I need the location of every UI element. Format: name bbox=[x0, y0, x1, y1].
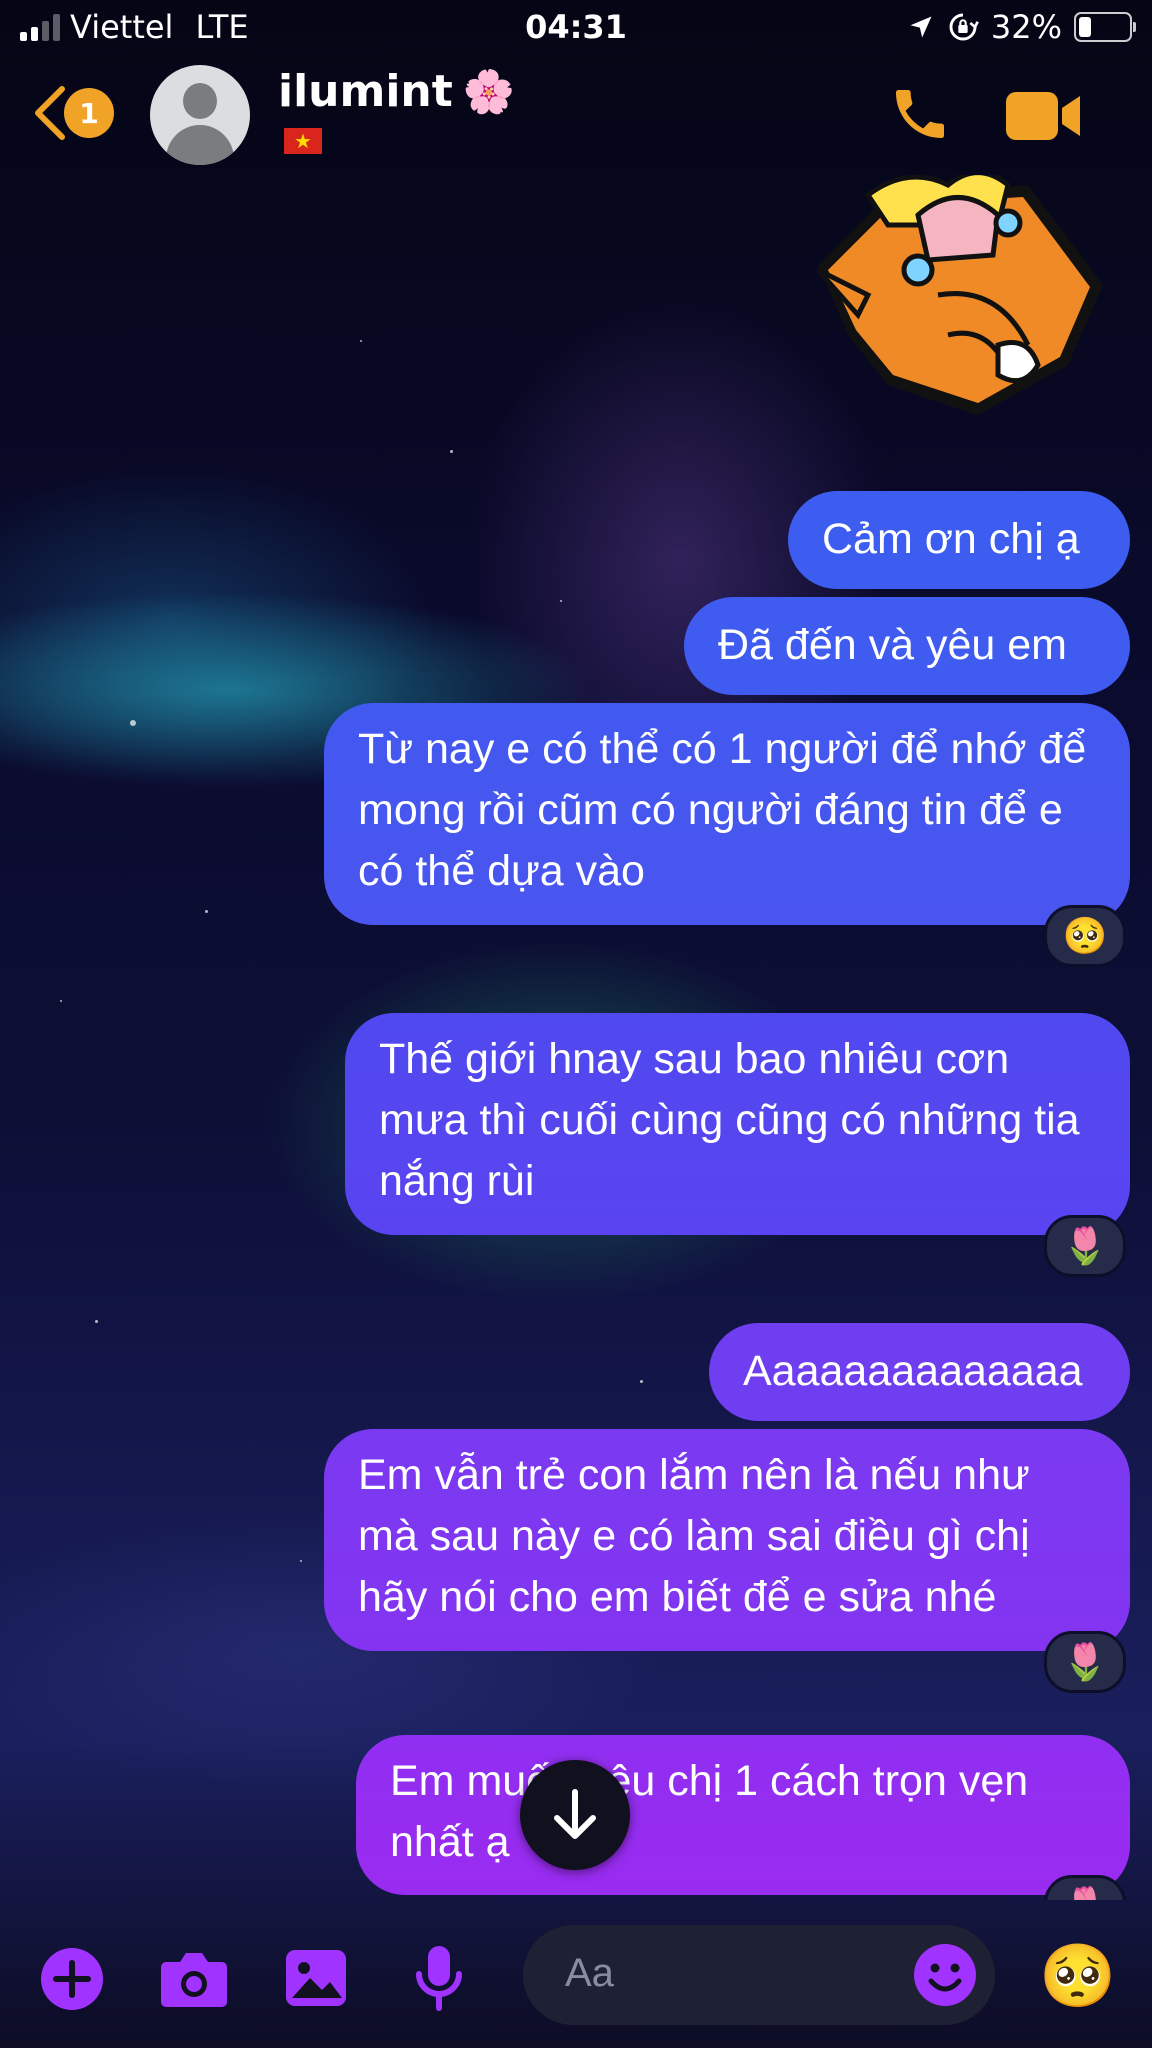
microphone-icon[interactable] bbox=[414, 1944, 464, 2012]
chat-header: 1 ilumint 🌸 ★ bbox=[0, 60, 1152, 175]
message-bubble[interactable]: Cảm ơn chị ạ bbox=[788, 491, 1130, 589]
tulip-emoji: 🌷 bbox=[1062, 1642, 1108, 1683]
message-list[interactable]: Cảm ơn chị ạ Đã đến và yêu em Từ nay e c… bbox=[0, 175, 1152, 1900]
message-text: Cảm ơn chị ạ bbox=[822, 515, 1080, 563]
sticker-image[interactable] bbox=[798, 175, 1118, 425]
message-bubble[interactable]: Em vẫn trẻ con lắm nên là nếu như mà sau… bbox=[324, 1429, 1130, 1651]
message-text: Em muốn yêu chị 1 cách trọn vẹn nhất ạ bbox=[390, 1757, 1029, 1866]
unread-badge: 1 bbox=[64, 88, 114, 138]
message-text: Aaaaaaaaaaaaaa bbox=[743, 1347, 1083, 1395]
battery-icon bbox=[1074, 12, 1136, 42]
avatar[interactable] bbox=[150, 65, 250, 165]
message-input[interactable]: Aa bbox=[523, 1925, 995, 2025]
phone-call-icon[interactable] bbox=[888, 82, 952, 146]
chevron-left-icon bbox=[35, 86, 65, 140]
message-bubble[interactable]: Aaaaaaaaaaaaaa bbox=[709, 1323, 1130, 1421]
message-reaction[interactable]: 🌷 bbox=[1044, 1631, 1126, 1693]
message-text: Thế giới hnay sau bao nhiêu cơn mưa thì … bbox=[379, 1035, 1080, 1205]
orientation-lock-icon bbox=[949, 13, 979, 41]
message-text: Từ nay e có thể có 1 người để nhớ để mon… bbox=[358, 725, 1087, 895]
back-button[interactable]: 1 bbox=[32, 85, 114, 141]
cherry-blossom-emoji: 🌸 bbox=[462, 66, 516, 116]
message-reaction[interactable]: 🥺 bbox=[1044, 905, 1126, 967]
message-bubble[interactable]: Em muốn yêu chị 1 cách trọn vẹn nhất ạ bbox=[356, 1735, 1130, 1895]
scroll-to-bottom-button[interactable] bbox=[520, 1760, 630, 1870]
battery-percent: 32% bbox=[990, 8, 1062, 46]
status-right: 32% bbox=[907, 8, 1136, 46]
message-text: Em vẫn trẻ con lắm nên là nếu như mà sau… bbox=[358, 1451, 1030, 1621]
contact-name[interactable]: ilumint 🌸 bbox=[278, 66, 515, 117]
arrow-down-icon bbox=[554, 1789, 596, 1839]
pleading-face-emoji: 🥺 bbox=[1062, 916, 1108, 957]
status-bar: Viettel LTE 04:31 32% bbox=[0, 0, 1152, 60]
quick-reaction-button[interactable]: 🥺 bbox=[1039, 1938, 1117, 2014]
plus-icon[interactable] bbox=[40, 1947, 104, 2011]
video-call-icon[interactable] bbox=[1006, 90, 1082, 142]
contact-name-text: ilumint bbox=[278, 66, 453, 117]
tulip-emoji: 🌷 bbox=[1063, 1885, 1108, 1900]
message-bubble[interactable]: Đã đến và yêu em bbox=[684, 597, 1130, 695]
message-input-placeholder: Aa bbox=[565, 1951, 614, 1995]
vietnam-flag-icon: ★ bbox=[284, 128, 322, 154]
composer-bar: Aa 🥺 bbox=[0, 1900, 1152, 2048]
gallery-icon[interactable] bbox=[284, 1948, 348, 2008]
message-text: Đã đến và yêu em bbox=[718, 621, 1067, 669]
pleading-face-emoji: 🥺 bbox=[1039, 1939, 1117, 2012]
location-arrow-icon bbox=[910, 16, 932, 38]
message-bubble[interactable]: Thế giới hnay sau bao nhiêu cơn mưa thì … bbox=[345, 1013, 1130, 1235]
emoji-picker-icon[interactable] bbox=[913, 1943, 977, 2007]
message-bubble[interactable]: Từ nay e có thể có 1 người để nhớ để mon… bbox=[324, 703, 1130, 925]
tulip-emoji: 🌷 bbox=[1062, 1226, 1108, 1267]
camera-icon[interactable] bbox=[160, 1950, 228, 2008]
message-reaction[interactable]: 🌷 bbox=[1044, 1215, 1126, 1277]
